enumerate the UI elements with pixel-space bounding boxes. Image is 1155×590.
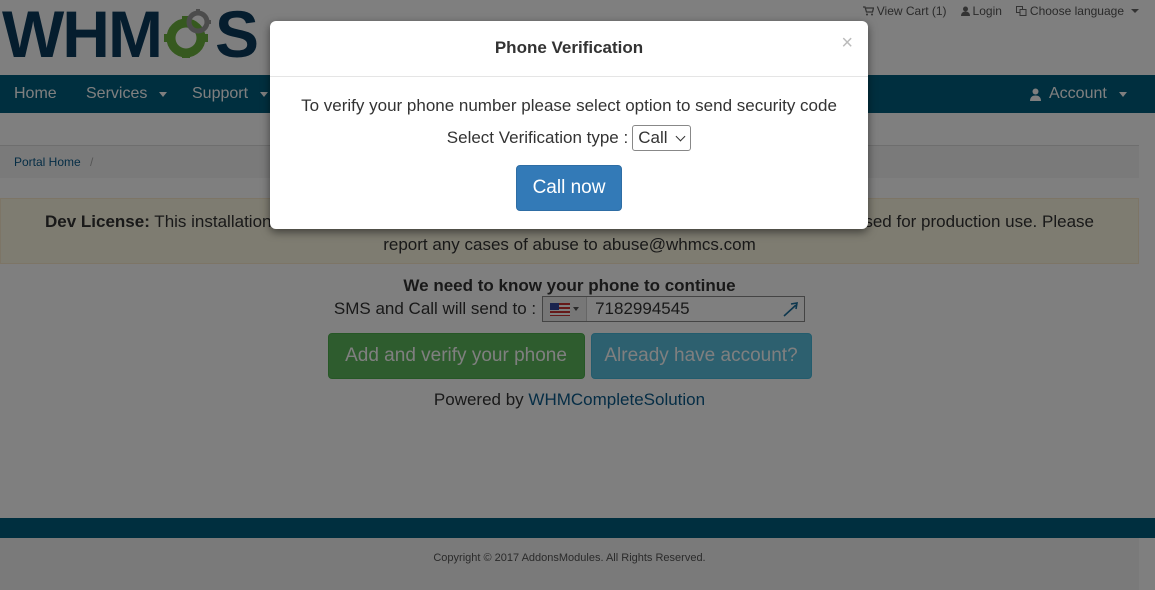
modal-instruction: To verify your phone number please selec… [301, 96, 837, 115]
modal-header: Phone Verification × [270, 21, 868, 77]
close-icon[interactable]: × [841, 33, 853, 53]
call-now-button[interactable]: Call now [516, 165, 622, 211]
verification-type-value: Call [638, 128, 668, 147]
phone-verification-modal: Phone Verification × To verify your phon… [270, 21, 868, 229]
modal-body: To verify your phone number please selec… [270, 77, 868, 211]
modal-title: Phone Verification [494, 38, 644, 57]
chevron-down-icon [675, 131, 686, 141]
verification-type-row: Select Verification type : Call [270, 125, 868, 151]
verification-type-select[interactable]: Call [632, 125, 692, 151]
verification-type-label: Select Verification type : [446, 128, 629, 147]
